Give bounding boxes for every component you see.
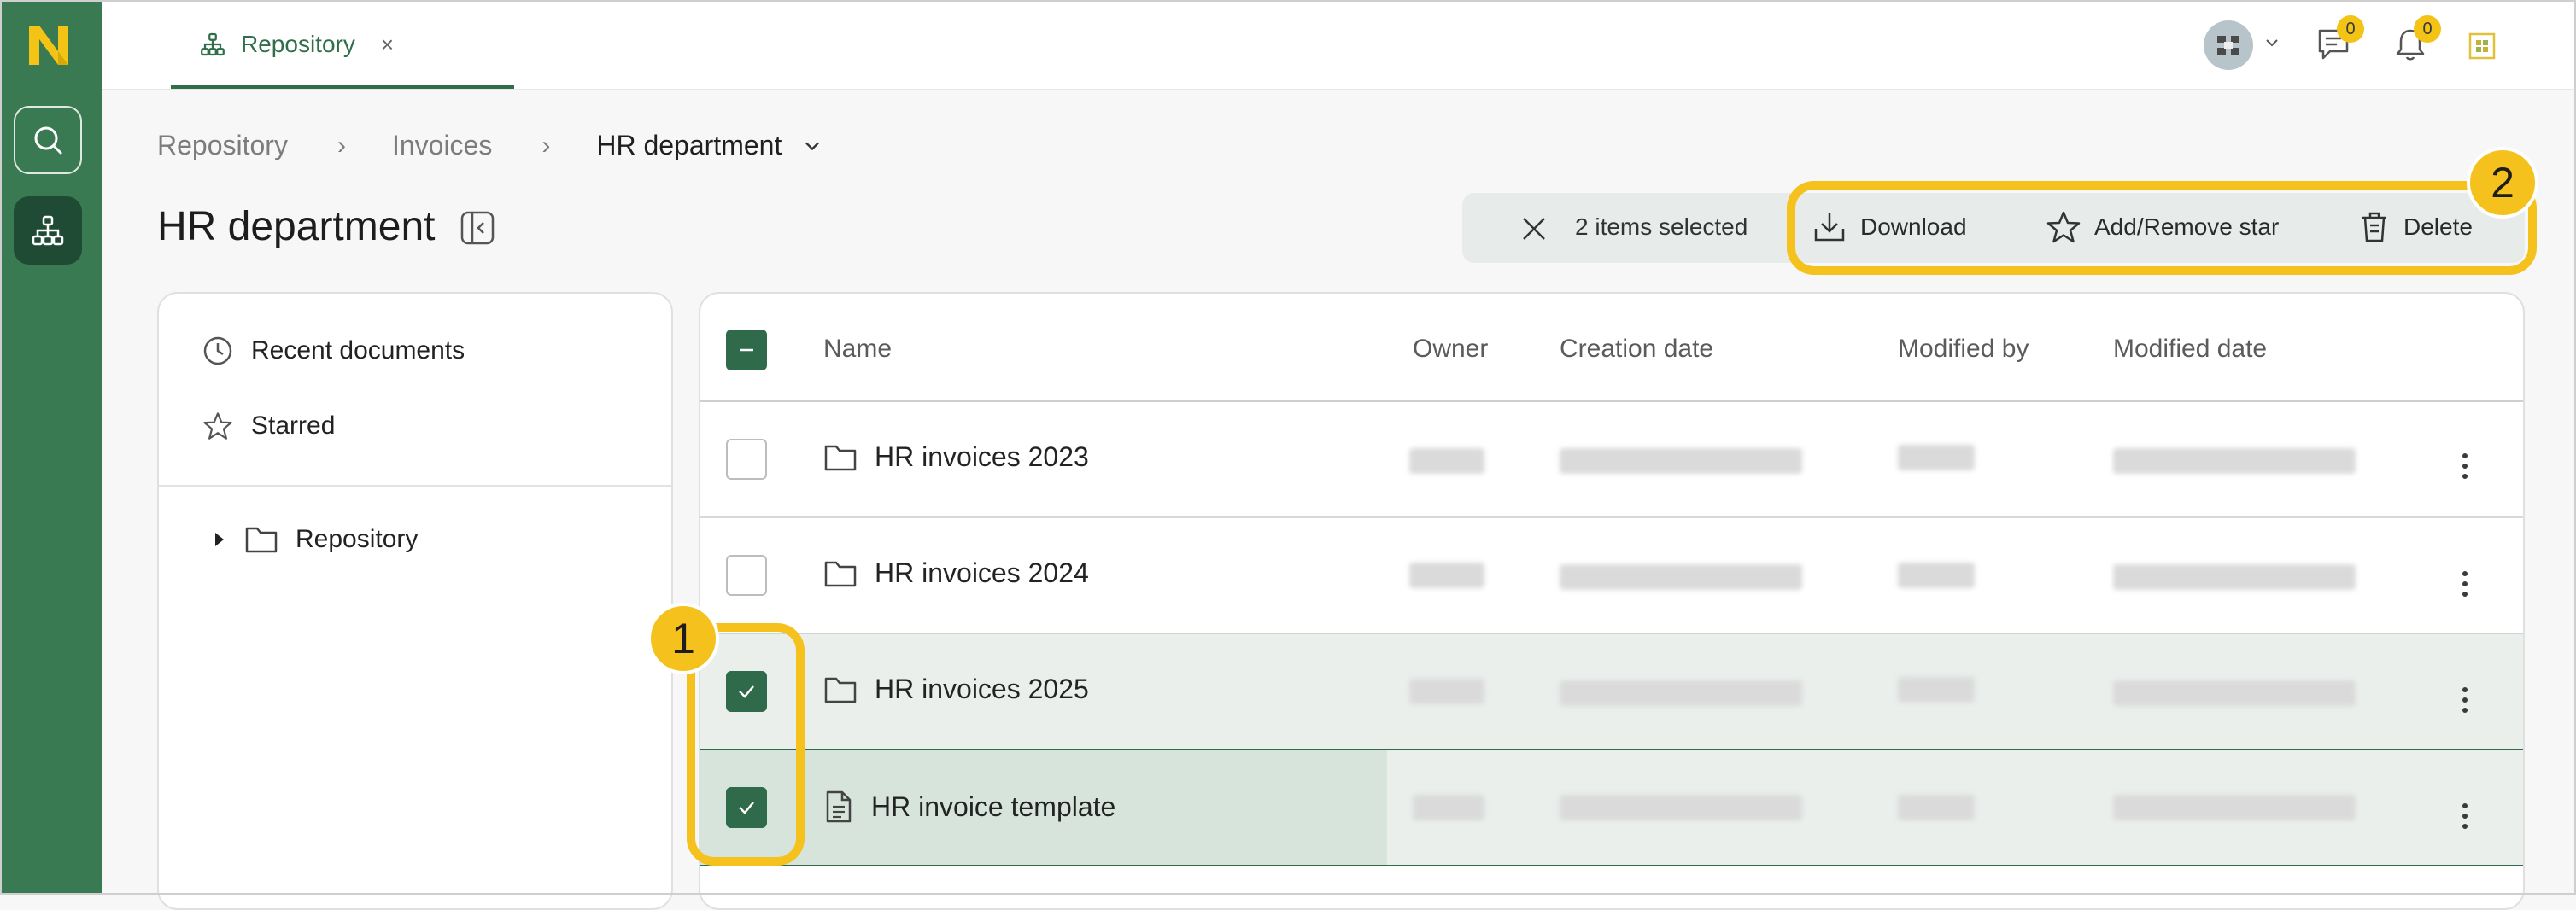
close-icon[interactable] xyxy=(1517,212,1551,246)
modified-by-redacted xyxy=(1898,795,1975,820)
user-avatar[interactable] xyxy=(2204,20,2253,70)
recent-documents-label: Recent documents xyxy=(251,336,465,365)
table-row[interactable]: HR invoices 2025 xyxy=(700,634,2523,749)
modified-by-redacted xyxy=(1898,445,1975,470)
active-tab-indicator xyxy=(171,85,514,89)
messages-badge: 0 xyxy=(2337,15,2364,43)
document-icon xyxy=(826,790,852,823)
more-options-icon[interactable] xyxy=(2460,803,2470,829)
page-title: HR department xyxy=(157,204,436,249)
row-checkbox[interactable] xyxy=(726,439,767,480)
starred-label: Starred xyxy=(251,411,336,440)
creation-date-redacted xyxy=(1560,564,1802,590)
name-cell[interactable]: HR invoices 2023 xyxy=(823,441,1089,473)
column-header-creation-date[interactable]: Creation date xyxy=(1560,335,1713,364)
clock-icon xyxy=(203,336,232,365)
hierarchy-icon xyxy=(32,215,64,246)
breadcrumb-separator: › xyxy=(542,131,551,160)
file-table: Name Owner Creation date Modified by Mod… xyxy=(699,292,2525,910)
more-options-icon[interactable] xyxy=(2460,453,2470,479)
search-button[interactable] xyxy=(14,106,82,174)
hierarchy-icon xyxy=(201,32,225,56)
breadcrumb-repository[interactable]: Repository xyxy=(157,130,288,161)
navigation-panel: Recent documents Starred Repository xyxy=(157,292,673,910)
owner-redacted xyxy=(1409,448,1484,474)
folder-icon xyxy=(824,561,857,586)
column-header-modified-date[interactable]: Modified date xyxy=(2113,335,2267,364)
top-bar: Repository × 0 0 xyxy=(102,0,2576,90)
callout-highlight-actions xyxy=(1787,181,2537,275)
tree-item-label: Repository xyxy=(296,525,419,553)
creation-date-redacted xyxy=(1560,795,1802,820)
table-row[interactable]: HR invoice template xyxy=(700,750,2523,865)
chevron-down-icon[interactable] xyxy=(800,134,824,158)
callout-number-1: 1 xyxy=(647,603,719,674)
more-options-icon[interactable] xyxy=(2460,687,2470,713)
row-divider xyxy=(700,865,2523,866)
column-header-name[interactable]: Name xyxy=(823,335,892,364)
folder-icon xyxy=(245,527,278,553)
star-icon xyxy=(203,412,232,440)
modified-date-redacted xyxy=(2113,680,2356,706)
messages-button[interactable]: 0 xyxy=(2315,15,2366,70)
notifications-button[interactable]: 0 xyxy=(2392,15,2443,70)
name-cell[interactable]: HR invoice template xyxy=(823,790,1115,824)
modified-by-redacted xyxy=(1898,563,1975,588)
breadcrumb-separator: › xyxy=(337,131,346,160)
nav-starred[interactable]: Starred xyxy=(202,410,335,442)
row-name: HR invoices 2024 xyxy=(875,557,1089,588)
column-header-modified-by[interactable]: Modified by xyxy=(1898,335,2029,364)
apps-grid-icon[interactable] xyxy=(2465,29,2499,63)
creation-date-redacted xyxy=(1560,680,1802,706)
creation-date-redacted xyxy=(1560,448,1802,474)
folder-icon xyxy=(824,677,857,703)
nav-recent-documents[interactable]: Recent documents xyxy=(202,335,465,367)
modified-date-redacted xyxy=(2113,564,2356,590)
owner-redacted xyxy=(1413,795,1484,820)
row-checkbox[interactable] xyxy=(726,555,767,596)
owner-redacted xyxy=(1409,563,1484,588)
folder-icon xyxy=(824,445,857,470)
app-logo[interactable] xyxy=(26,22,72,68)
modified-by-redacted xyxy=(1898,677,1975,703)
breadcrumb-current[interactable]: HR department xyxy=(596,130,782,161)
row-name: HR invoices 2025 xyxy=(875,674,1089,704)
owner-redacted xyxy=(1409,679,1484,704)
notifications-badge: 0 xyxy=(2414,15,2441,43)
indeterminate-icon xyxy=(740,348,753,352)
name-cell[interactable]: HR invoices 2025 xyxy=(823,674,1089,705)
tab-repository[interactable]: Repository × xyxy=(171,0,514,89)
name-cell[interactable]: HR invoices 2024 xyxy=(823,557,1089,589)
row-name: HR invoice template xyxy=(871,790,1116,822)
table-row[interactable]: HR invoices 2024 xyxy=(700,518,2523,633)
row-name: HR invoices 2023 xyxy=(875,441,1089,472)
callout-number-2: 2 xyxy=(2467,147,2538,219)
select-all-checkbox[interactable] xyxy=(726,330,767,370)
divider xyxy=(159,485,671,487)
breadcrumb-invoices[interactable]: Invoices xyxy=(392,130,492,161)
more-options-icon[interactable] xyxy=(2460,571,2470,597)
tab-close-button[interactable]: × xyxy=(381,32,394,58)
tree-item-repository[interactable]: Repository xyxy=(210,524,418,555)
modified-date-redacted xyxy=(2113,795,2356,820)
app-rail xyxy=(0,0,102,895)
repository-nav-button[interactable] xyxy=(14,196,82,265)
search-icon xyxy=(34,126,62,155)
avatar-image xyxy=(2217,36,2239,55)
table-row[interactable]: HR invoices 2023 xyxy=(700,402,2523,516)
collapse-panel-icon[interactable] xyxy=(460,210,495,246)
tab-label: Repository xyxy=(241,31,355,57)
selected-count: 2 items selected xyxy=(1575,213,1748,240)
column-header-owner[interactable]: Owner xyxy=(1413,335,1488,364)
chevron-down-icon[interactable] xyxy=(2262,32,2282,53)
modified-date-redacted xyxy=(2113,448,2356,474)
caret-right-icon[interactable] xyxy=(210,529,227,550)
breadcrumb: Repository › Invoices › HR department xyxy=(157,130,824,161)
